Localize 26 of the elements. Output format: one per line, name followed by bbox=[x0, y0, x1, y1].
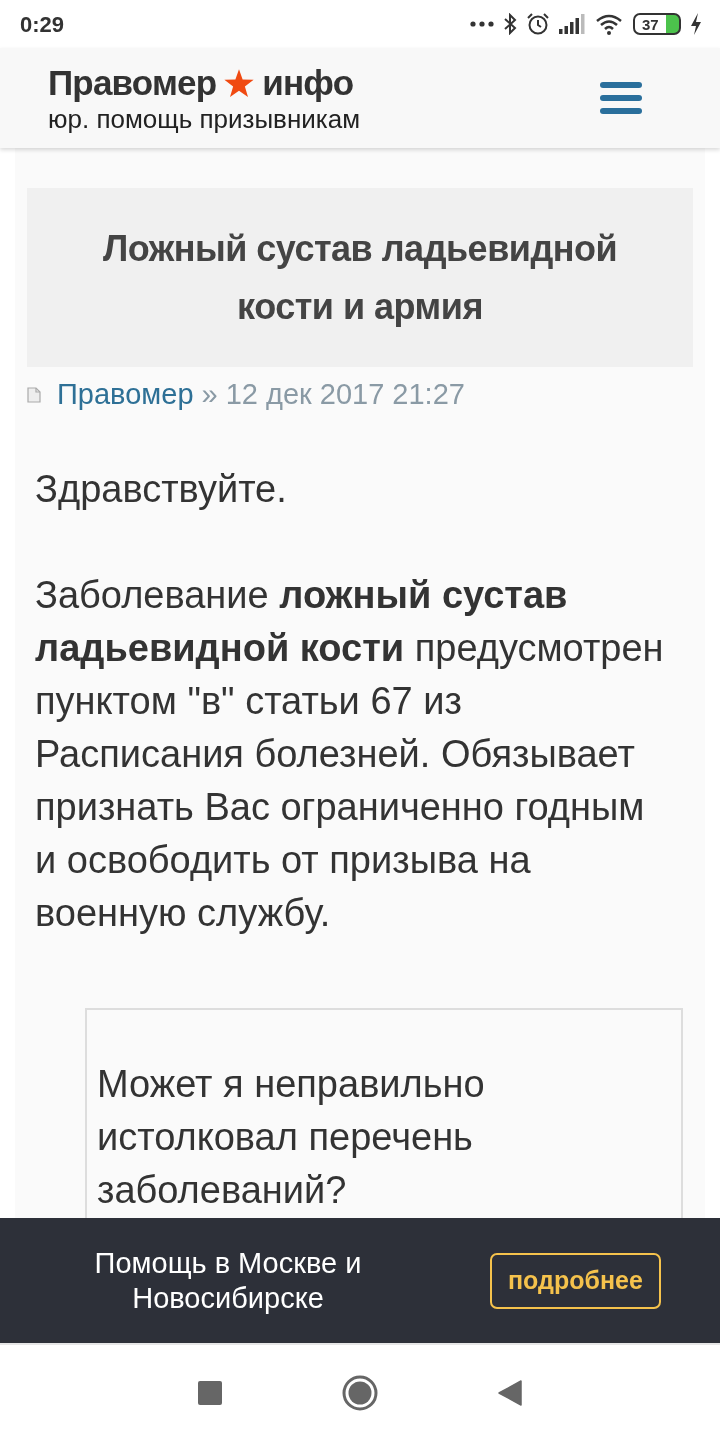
more-dots-icon bbox=[470, 21, 494, 27]
bluetooth-icon bbox=[503, 13, 517, 35]
author-link[interactable]: Правомер bbox=[57, 373, 194, 417]
wifi-icon bbox=[594, 13, 624, 35]
document-icon bbox=[27, 387, 41, 403]
charging-bolt-icon bbox=[690, 13, 702, 35]
alarm-clock-icon bbox=[526, 12, 550, 36]
recent-apps-icon[interactable] bbox=[198, 1380, 222, 1405]
meta-separator: » bbox=[201, 377, 218, 413]
back-icon[interactable] bbox=[498, 1379, 522, 1406]
more-button[interactable]: подробнее bbox=[490, 1252, 661, 1309]
post-date: 12 дек 2017 21:27 bbox=[225, 377, 465, 413]
quote-text: Может я неправильно истолковал перечень заболеваний? bbox=[97, 1062, 486, 1213]
battery-percent: 37 bbox=[642, 16, 659, 32]
signal-bars-icon bbox=[559, 14, 585, 34]
banner-text: Помощь в Москве и Новосибирске bbox=[93, 1245, 363, 1316]
site-tagline: юр. помощь призывникам bbox=[48, 104, 361, 134]
status-time: 0:29 bbox=[20, 10, 65, 39]
logo-text[interactable]: инфо bbox=[262, 62, 354, 104]
article-title: Ложный сустав ладьевидной кости и армия bbox=[101, 226, 619, 329]
article-paragraph: Здравствуйте. bbox=[35, 467, 288, 512]
home-icon[interactable] bbox=[342, 1374, 378, 1411]
logo-text[interactable]: Правомер bbox=[48, 62, 217, 104]
star-icon bbox=[224, 68, 255, 98]
article-paragraph: Заболевание ложный сустав ладьевидной кости предусмотрен пунктом "в" статьи 67 из Расписания болезней. Обязывает признать Вас ограниченно годным и освободить от призыва на военную службу. bbox=[35, 573, 665, 936]
menu-icon[interactable] bbox=[600, 82, 642, 114]
